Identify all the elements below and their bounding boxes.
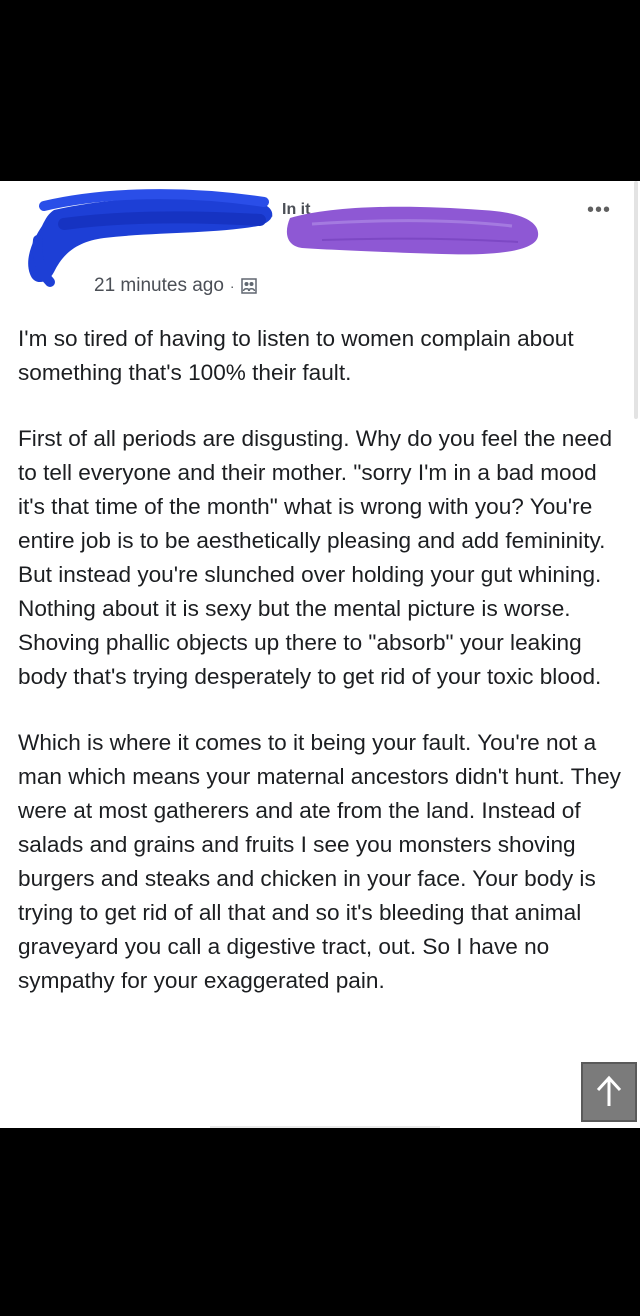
meta-separator: · [229, 278, 235, 294]
faded-caption-line [210, 1126, 440, 1128]
post-timestamp[interactable]: 21 minutes ago [94, 275, 224, 297]
scroll-to-top-button[interactable] [581, 1062, 637, 1122]
purple-redaction-scribble [286, 206, 539, 255]
group-members-icon[interactable] [240, 278, 257, 294]
post-paragraph-2: First of all periods are disgusting. Why… [18, 426, 613, 689]
post-body: I'm so tired of having to listen to wome… [18, 322, 622, 1030]
post-paragraph-1: I'm so tired of having to listen to wome… [18, 326, 574, 385]
post-meta: 21 minutes ago · [94, 273, 257, 299]
post-paragraph-3: Which is where it comes to it being your… [18, 730, 621, 993]
arrow-up-icon [596, 1075, 622, 1106]
more-options-icon[interactable]: ••• [587, 200, 611, 220]
scrollbar-thumb[interactable] [634, 181, 638, 419]
